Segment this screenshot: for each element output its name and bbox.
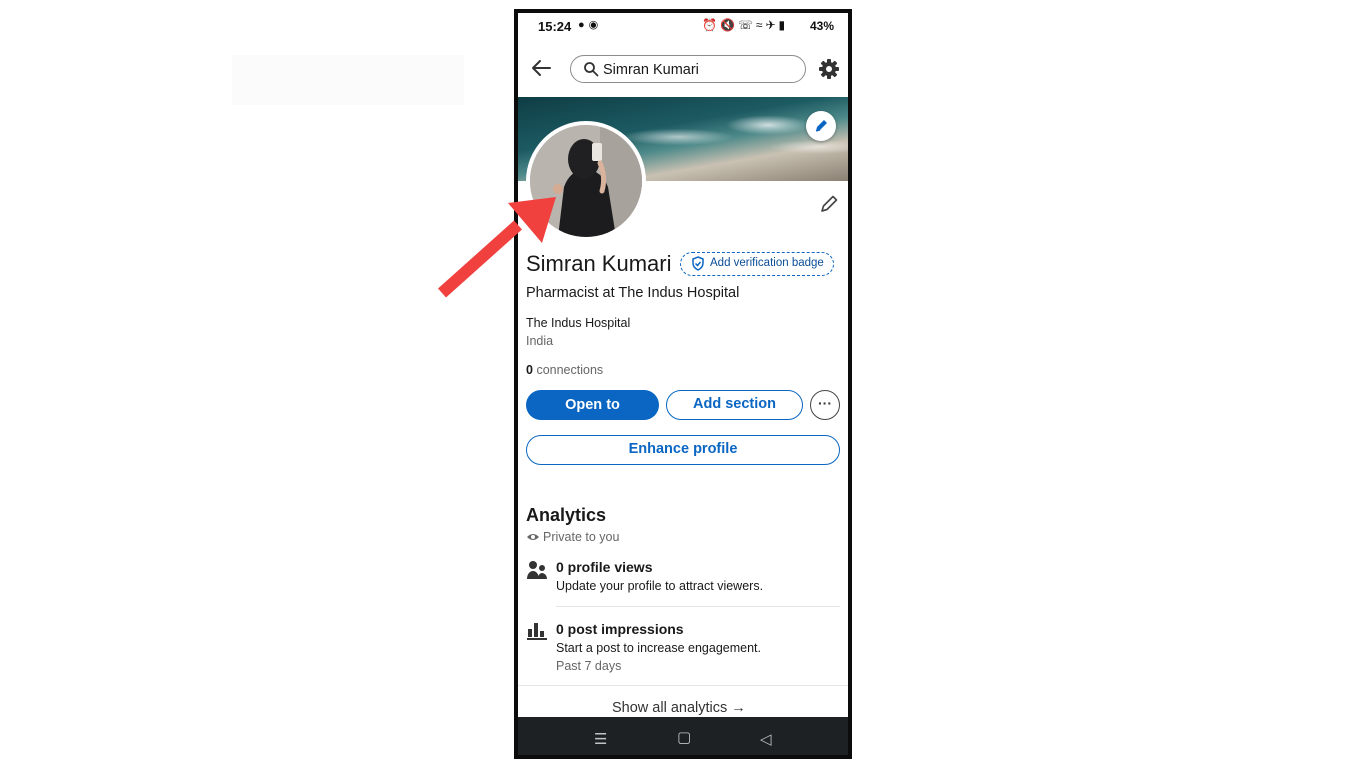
top-bar: Simran Kumari: [518, 49, 848, 93]
shield-check-icon: [692, 256, 704, 271]
add-section-button[interactable]: Add section: [666, 390, 803, 420]
connections-count[interactable]: 0 connections: [526, 363, 603, 377]
people-icon: [527, 561, 547, 579]
back-arrow-icon[interactable]: [528, 55, 554, 81]
verification-badge-label: Add verification badge: [710, 257, 824, 269]
connections-label: connections: [536, 363, 604, 377]
eye-icon: [527, 534, 539, 540]
search-icon: [584, 62, 599, 77]
battery-level: 43%: [810, 19, 835, 33]
back-triangle-icon[interactable]: ◁: [760, 730, 772, 748]
android-nav-bar: ☰ ▢ ◁: [518, 717, 848, 755]
connections-number: 0: [526, 363, 533, 377]
menu-icon[interactable]: ☰: [594, 730, 607, 748]
analytics-privacy: Private to you: [526, 530, 619, 544]
show-all-label: Show all analytics: [612, 700, 728, 716]
edit-profile-pencil-icon[interactable]: [818, 193, 840, 215]
more-options-button[interactable]: ···: [810, 390, 840, 420]
search-query: Simran Kumari: [603, 62, 699, 78]
profile-views-title[interactable]: 0 profile views: [556, 559, 652, 575]
add-verification-badge-button[interactable]: Add verification badge: [680, 252, 834, 276]
post-impressions-title[interactable]: 0 post impressions: [556, 621, 684, 637]
profile-company[interactable]: The Indus Hospital: [526, 316, 630, 330]
post-impressions-subtitle: Start a post to increase engagement.: [556, 641, 761, 655]
arrow-right-icon: →: [731, 700, 746, 716]
privacy-label: Private to you: [543, 530, 620, 544]
background-panel: [232, 55, 464, 105]
home-square-icon[interactable]: ▢: [677, 728, 691, 746]
open-to-button[interactable]: Open to: [526, 390, 659, 420]
system-icons: ⏰🔇☏≈✈▮: [702, 18, 789, 32]
search-bar[interactable]: Simran Kumari: [570, 55, 806, 83]
divider: [518, 685, 848, 686]
enhance-profile-button[interactable]: Enhance profile: [526, 435, 840, 465]
gear-icon[interactable]: [818, 58, 840, 80]
status-bar: 15:24 ●◉ ⏰🔇☏≈✈▮ 43%: [518, 13, 848, 41]
status-time: 15:24: [538, 19, 572, 34]
divider: [556, 606, 840, 607]
profile-location: India: [526, 334, 554, 348]
bar-chart-icon: [527, 623, 547, 640]
post-impressions-period: Past 7 days: [556, 659, 622, 673]
phone-screen: 15:24 ●◉ ⏰🔇☏≈✈▮ 43% Simran Kumari Simran…: [514, 9, 852, 759]
annotation-arrow-icon: [437, 197, 556, 298]
pencil-icon: [815, 120, 827, 132]
profile-views-subtitle: Update your profile to attract viewers.: [556, 579, 764, 593]
analytics-heading: Analytics: [526, 505, 607, 525]
notification-icons: ●◉: [578, 19, 603, 31]
show-all-analytics-link[interactable]: Show all analytics →: [612, 700, 746, 716]
edit-banner-button[interactable]: [806, 111, 836, 141]
